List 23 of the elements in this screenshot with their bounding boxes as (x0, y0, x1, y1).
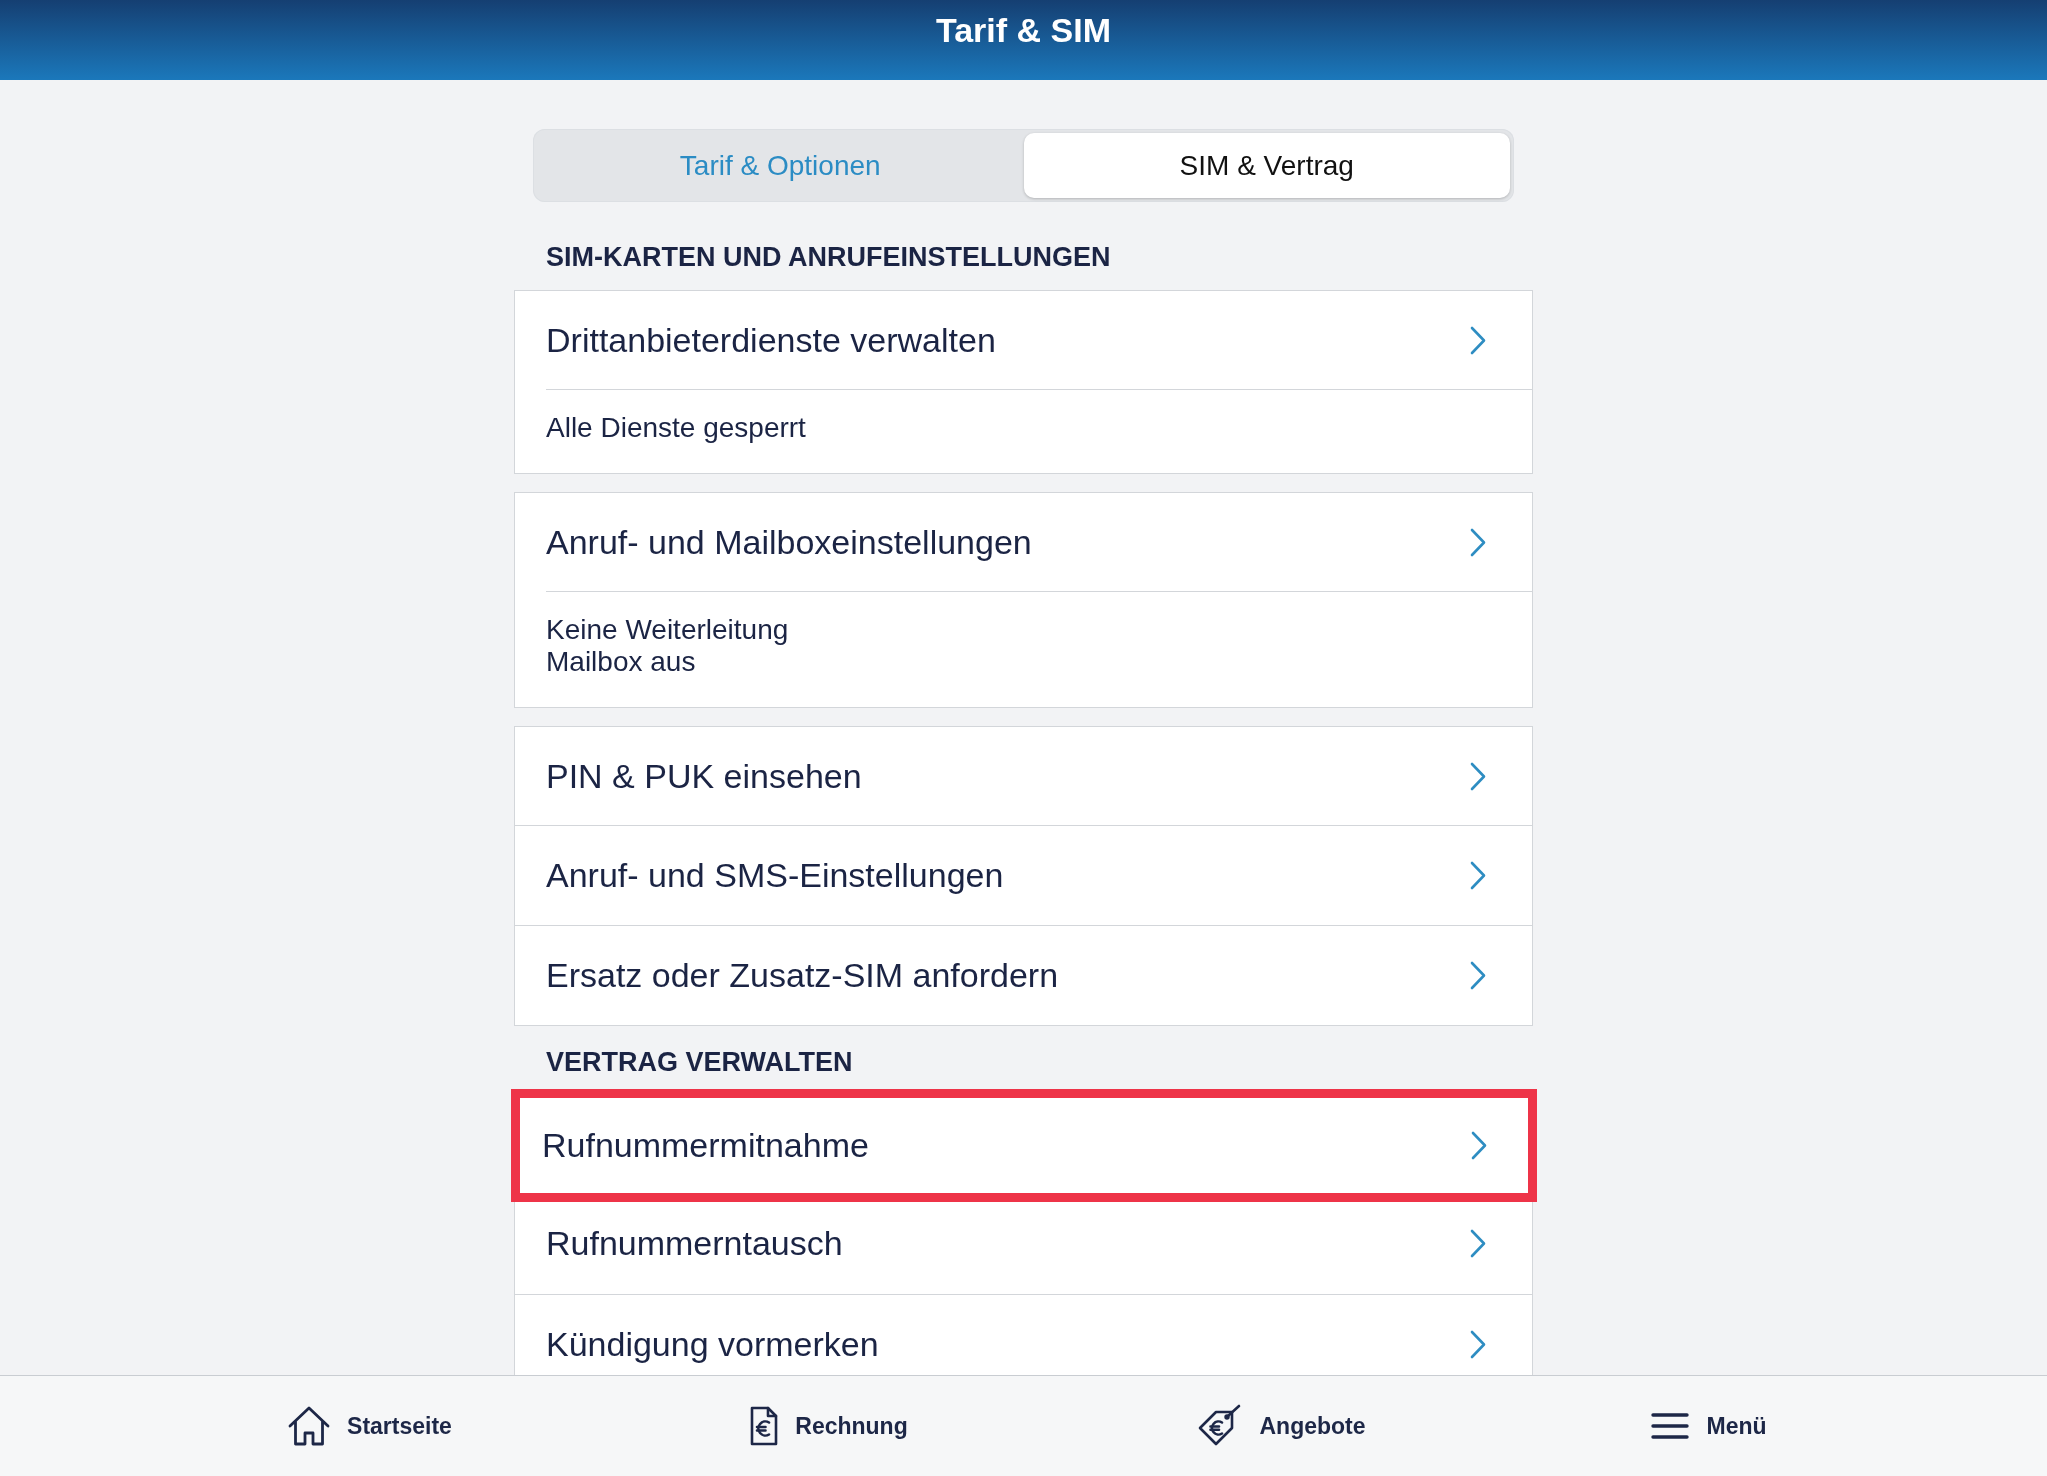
page-title: Tarif & SIM (935, 10, 1111, 50)
document-euro-icon (750, 1406, 779, 1446)
tag-euro-icon (1198, 1404, 1243, 1448)
tab-bar-item[interactable]: Angebote (1190, 1398, 1374, 1454)
chevron-right-icon (1470, 1228, 1486, 1258)
chevron-right-icon (1471, 1131, 1487, 1160)
tab-bar-item[interactable]: Rechnung (742, 1400, 916, 1452)
chevron-right-icon (1470, 325, 1486, 355)
section-heading: SIM-KARTEN UND ANRUFEINSTELLUNGEN (545, 241, 1112, 274)
tab-bar-item[interactable]: Startseite (280, 1400, 460, 1452)
chevron-right-icon (1470, 1330, 1486, 1359)
segment-tab[interactable]: SIM & Vertrag (1023, 133, 1510, 198)
section-heading: VERTRAG VERWALTEN (545, 1046, 854, 1079)
chevron-right-icon (1470, 961, 1486, 990)
chevron-right-icon (1470, 527, 1486, 557)
menu-icon (1651, 1412, 1690, 1440)
home-icon (288, 1406, 331, 1446)
row-detail: Keine Weiterleitung (546, 614, 790, 646)
chevron-right-icon (1470, 861, 1486, 890)
chevron-right-icon (1470, 761, 1486, 791)
row-detail: Alle Dienste gesperrt (546, 412, 807, 444)
row-detail: Mailbox aus (546, 646, 697, 678)
tab-bar-item[interactable]: Menü (1643, 1406, 1775, 1446)
